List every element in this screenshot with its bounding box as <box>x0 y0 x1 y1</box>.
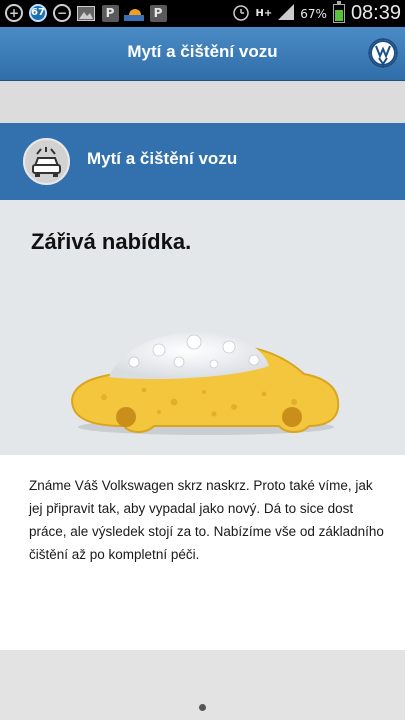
vw-logo-icon[interactable] <box>368 38 398 68</box>
hero-banner: Zářivá nabídka. <box>0 200 405 455</box>
clock: 08:39 <box>350 2 401 24</box>
section-header: Mytí a čištění vozu <box>0 123 405 200</box>
status-bar-system: H+ 67% 08:39 <box>232 1 401 25</box>
hero-headline: Zářivá nabídka. <box>31 229 192 254</box>
signal-icon <box>278 3 295 24</box>
sponge-car-image <box>64 322 344 446</box>
page-title: Mytí a čištění vozu <box>127 42 278 61</box>
image-icon <box>76 3 96 23</box>
minus-icon: − <box>52 3 72 23</box>
weather-icon <box>124 3 144 23</box>
parking-icon: P <box>100 3 120 23</box>
status-bar: + 67 − P P H+ 67% 08:39 <box>0 0 405 27</box>
battery-icon <box>332 1 345 23</box>
battery-percent: 67% <box>300 6 327 21</box>
description-text: Známe Váš Volkswagen skrz naskrz. Proto … <box>29 478 384 562</box>
notification-count-icon: 67 <box>28 3 48 23</box>
status-bar-notifications: + 67 − P P <box>4 3 168 23</box>
app-title-bar: Mytí a čištění vozu <box>0 27 405 81</box>
car-wash-icon <box>23 138 70 185</box>
plus-icon: + <box>4 3 24 23</box>
page-indicator-dot[interactable] <box>199 704 206 711</box>
spacer-strip <box>0 81 405 123</box>
network-icon: H+ <box>255 8 273 19</box>
pager-bar <box>0 650 405 720</box>
alarm-icon <box>232 3 250 25</box>
parking-icon: P <box>148 3 168 23</box>
section-title: Mytí a čištění vozu <box>87 149 238 168</box>
